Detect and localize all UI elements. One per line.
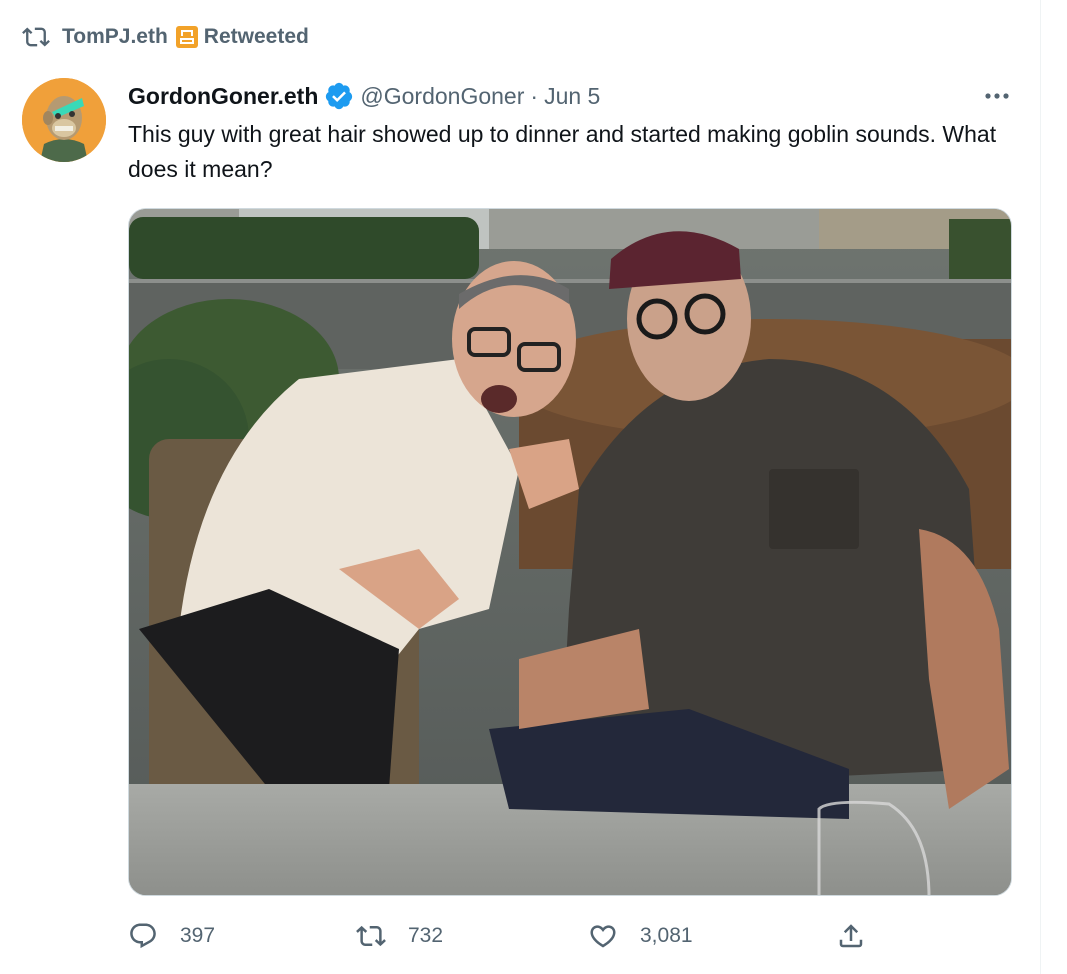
ape-avatar-image bbox=[22, 78, 106, 162]
share-button[interactable] bbox=[836, 914, 888, 958]
tweet-date[interactable]: Jun 5 bbox=[544, 83, 600, 110]
reply-count: 397 bbox=[180, 924, 216, 947]
heart-icon bbox=[590, 925, 616, 948]
tweet-page: TomPJ.eth Retweeted GordonGoner.eth @Gor… bbox=[0, 0, 1067, 974]
community-badge-icon bbox=[175, 26, 198, 48]
share-icon bbox=[839, 924, 863, 948]
dinner-photo-image bbox=[129, 209, 1011, 895]
separator-dot: · bbox=[530, 82, 539, 109]
retweet-header: TomPJ.eth Retweeted bbox=[22, 22, 309, 52]
handle[interactable]: @GordonGoner bbox=[360, 83, 524, 110]
retweet-count: 732 bbox=[408, 924, 444, 947]
tweet-photo[interactable] bbox=[128, 208, 1012, 896]
retweet-icon bbox=[356, 925, 386, 947]
retweet-icon bbox=[22, 27, 50, 47]
display-name[interactable]: GordonGoner.eth bbox=[128, 83, 318, 110]
tweet-text: This guy with great hair showed up to di… bbox=[128, 121, 997, 182]
more-options-icon[interactable] bbox=[982, 84, 1012, 108]
reply-button[interactable]: 397 bbox=[128, 914, 215, 958]
retweeter-name[interactable]: TomPJ.eth bbox=[62, 25, 168, 49]
timeline-border bbox=[1040, 0, 1041, 974]
reply-icon bbox=[130, 923, 156, 949]
like-button[interactable]: 3,081 bbox=[588, 914, 693, 958]
avatar[interactable] bbox=[22, 78, 106, 162]
verified-badge-icon bbox=[326, 82, 353, 110]
retweet-button[interactable]: 732 bbox=[356, 914, 443, 958]
retweeted-label: Retweeted bbox=[203, 25, 309, 48]
tweet-actions: 397 732 3,081 bbox=[128, 914, 1012, 958]
like-count: 3,081 bbox=[640, 924, 693, 947]
tweet-header: GordonGoner.eth @GordonGoner · Jun 5 bbox=[128, 80, 600, 112]
